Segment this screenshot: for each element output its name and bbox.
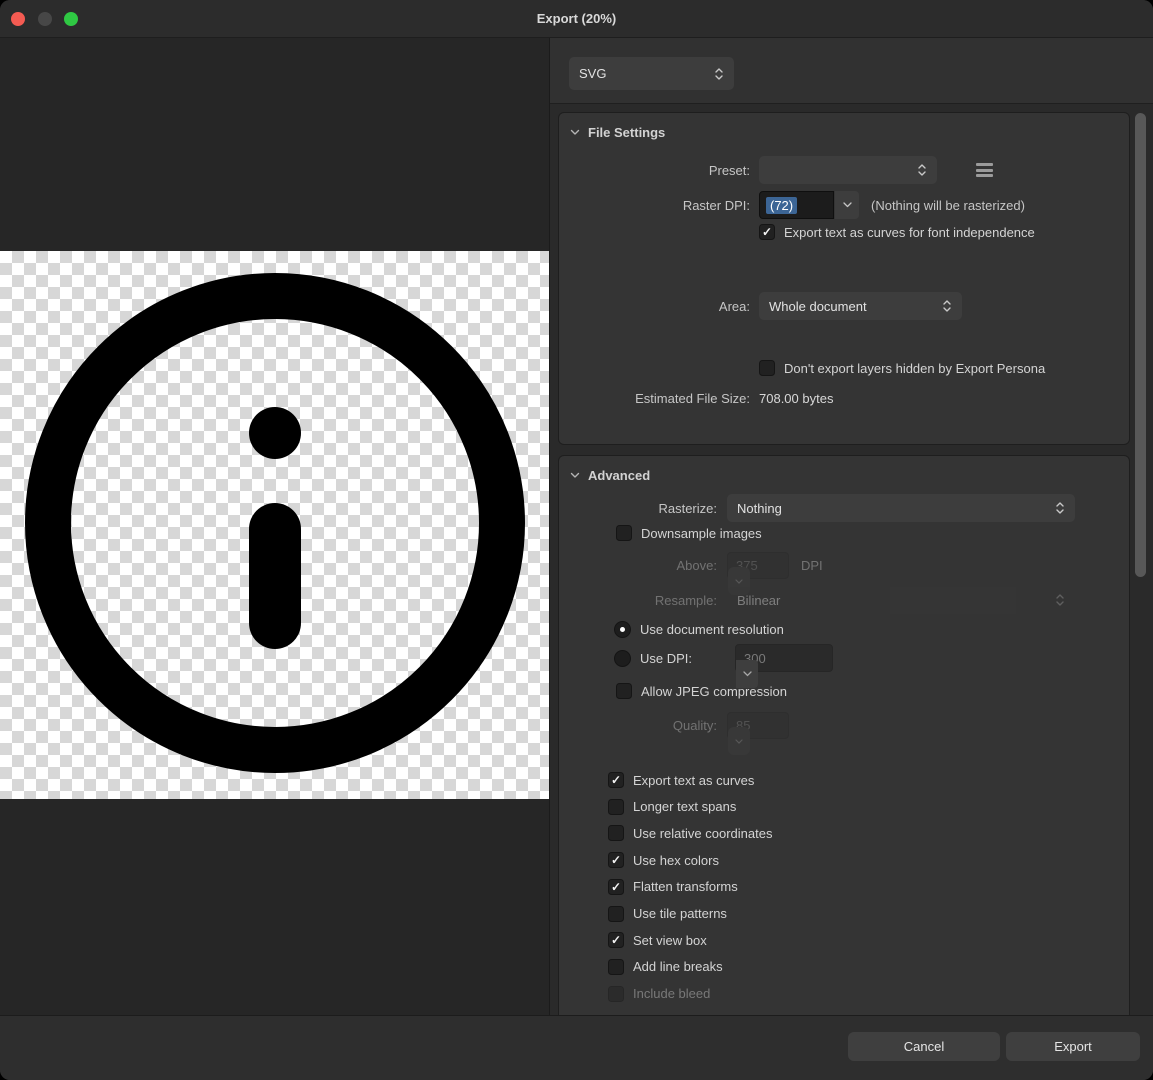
chevron-up-down-icon [1055,500,1065,516]
file-settings-title: File Settings [588,125,665,140]
chevron-down-icon [843,202,852,208]
info-icon-artwork [0,251,549,799]
set-view-box-checkbox[interactable]: ✓ [608,932,624,948]
preset-select[interactable] [759,156,937,184]
export-text-curves-font-checkbox[interactable]: ✓ [759,224,775,240]
file-settings-card: File Settings Preset: Raster DPI: [558,112,1130,445]
chevron-down-icon [728,727,750,755]
rasterize-select[interactable]: Nothing [727,494,1075,522]
use-relative-coordinates-label: Use relative coordinates [633,826,772,841]
export-text-as-curves-label: Export text as curves [633,773,754,788]
allow-jpeg-compression-checkbox[interactable]: ✓ [616,683,632,699]
format-select[interactable]: SVG [569,57,734,90]
quality-label: Quality: [559,718,717,733]
include-bleed-checkbox[interactable]: ✓ [608,986,624,1002]
quality-combo: 85 [727,712,789,739]
include-bleed-label: Include bleed [633,986,710,1001]
area-label: Area: [559,299,750,314]
use-document-resolution-label: Use document resolution [640,622,784,637]
above-dpi-combo: 375 [727,552,789,579]
chevron-up-down-icon [714,66,724,82]
resample-select: Bilinear [727,587,1075,614]
cancel-button[interactable]: Cancel [848,1032,1000,1061]
advanced-card: Advanced Rasterize: Nothing ✓ Downsample… [558,455,1130,1052]
estimated-size-label: Estimated File Size: [559,391,750,406]
use-hex-colors-label: Use hex colors [633,853,719,868]
export-button[interactable]: Export [1006,1032,1140,1061]
use-dpi-radio[interactable] [614,650,631,667]
chevron-down-icon [570,472,580,479]
chevron-up-down-icon [917,162,927,178]
use-hex-colors-checkbox[interactable]: ✓ [608,852,624,868]
export-preview-canvas[interactable] [0,38,549,1015]
downsample-images-checkbox[interactable]: ✓ [616,525,632,541]
dont-export-hidden-checkbox[interactable]: ✓ [759,360,775,376]
use-document-resolution-radio[interactable] [614,621,631,638]
use-tile-patterns-checkbox[interactable]: ✓ [608,906,624,922]
check-icon: ✓ [611,774,621,786]
chevron-up-down-icon [1055,592,1065,608]
raster-dpi-combo: (72) [759,191,859,219]
raster-dpi-dropdown-button[interactable] [835,191,859,219]
format-select-value: SVG [579,66,606,81]
export-settings-panel: SVG File Settings Preset: [549,38,1153,1015]
rasterize-label: Rasterize: [559,501,717,516]
downsample-images-label: Downsample images [641,526,762,541]
check-icon: ✓ [611,854,621,866]
longer-text-spans-checkbox[interactable]: ✓ [608,799,624,815]
format-bar: SVG [550,38,1153,104]
use-relative-coordinates-checkbox[interactable]: ✓ [608,825,624,841]
preset-label: Preset: [559,163,750,178]
check-icon: ✓ [762,226,772,238]
set-view-box-label: Set view box [633,933,707,948]
add-line-breaks-checkbox[interactable]: ✓ [608,959,624,975]
export-text-curves-font-label: Export text as curves for font independe… [784,225,1035,240]
rasterize-select-value: Nothing [737,501,782,516]
raster-dpi-input[interactable]: (72) [759,191,834,219]
resample-label: Resample: [559,593,717,608]
raster-dpi-label: Raster DPI: [559,198,750,213]
scrollbar-thumb[interactable] [1135,113,1146,577]
area-select[interactable]: Whole document [759,292,962,320]
flatten-transforms-label: Flatten transforms [633,879,738,894]
above-label: Above: [559,558,717,573]
use-dpi-combo[interactable]: 300 [735,644,833,672]
transparency-checkerboard [0,251,549,799]
chevron-down-icon [570,129,580,136]
use-dpi-label: Use DPI: [640,651,692,666]
check-icon: ✓ [611,934,621,946]
file-settings-header[interactable]: File Settings [570,125,665,140]
raster-dpi-value: (72) [766,197,797,214]
raster-dpi-note: (Nothing will be rasterized) [871,198,1025,213]
titlebar: Export (20%) [0,0,1153,38]
dialog-footer: Cancel Export [0,1015,1153,1080]
hamburger-menu-icon [976,163,993,166]
dont-export-hidden-label: Don't export layers hidden by Export Per… [784,361,1045,376]
resample-select-value: Bilinear [737,593,780,608]
use-tile-patterns-label: Use tile patterns [633,906,727,921]
export-text-as-curves-checkbox[interactable]: ✓ [608,772,624,788]
chevron-up-down-icon [942,298,952,314]
above-dpi-unit: DPI [801,558,823,573]
area-select-value: Whole document [769,299,867,314]
longer-text-spans-label: Longer text spans [633,799,736,814]
preset-menu-button[interactable] [976,163,993,177]
allow-jpeg-compression-label: Allow JPEG compression [641,684,787,699]
flatten-transforms-checkbox[interactable]: ✓ [608,879,624,895]
advanced-title: Advanced [588,468,650,483]
estimated-size-value: 708.00 bytes [759,391,833,406]
advanced-header[interactable]: Advanced [570,468,650,483]
check-icon: ✓ [611,881,621,893]
export-dialog: Export (20%) SVG File Settings [0,0,1153,1080]
add-line-breaks-label: Add line breaks [633,959,723,974]
window-title: Export (20%) [0,0,1153,38]
